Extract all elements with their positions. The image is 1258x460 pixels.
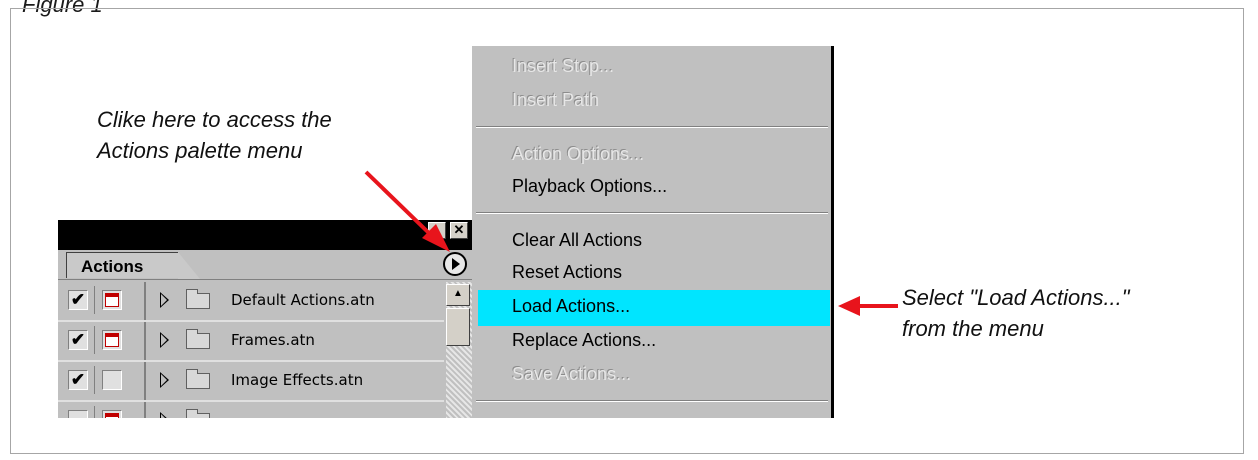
callout-arrows [364,170,898,316]
arrow-to-load-actions [838,296,898,316]
arrow-to-menu-button [364,170,450,252]
